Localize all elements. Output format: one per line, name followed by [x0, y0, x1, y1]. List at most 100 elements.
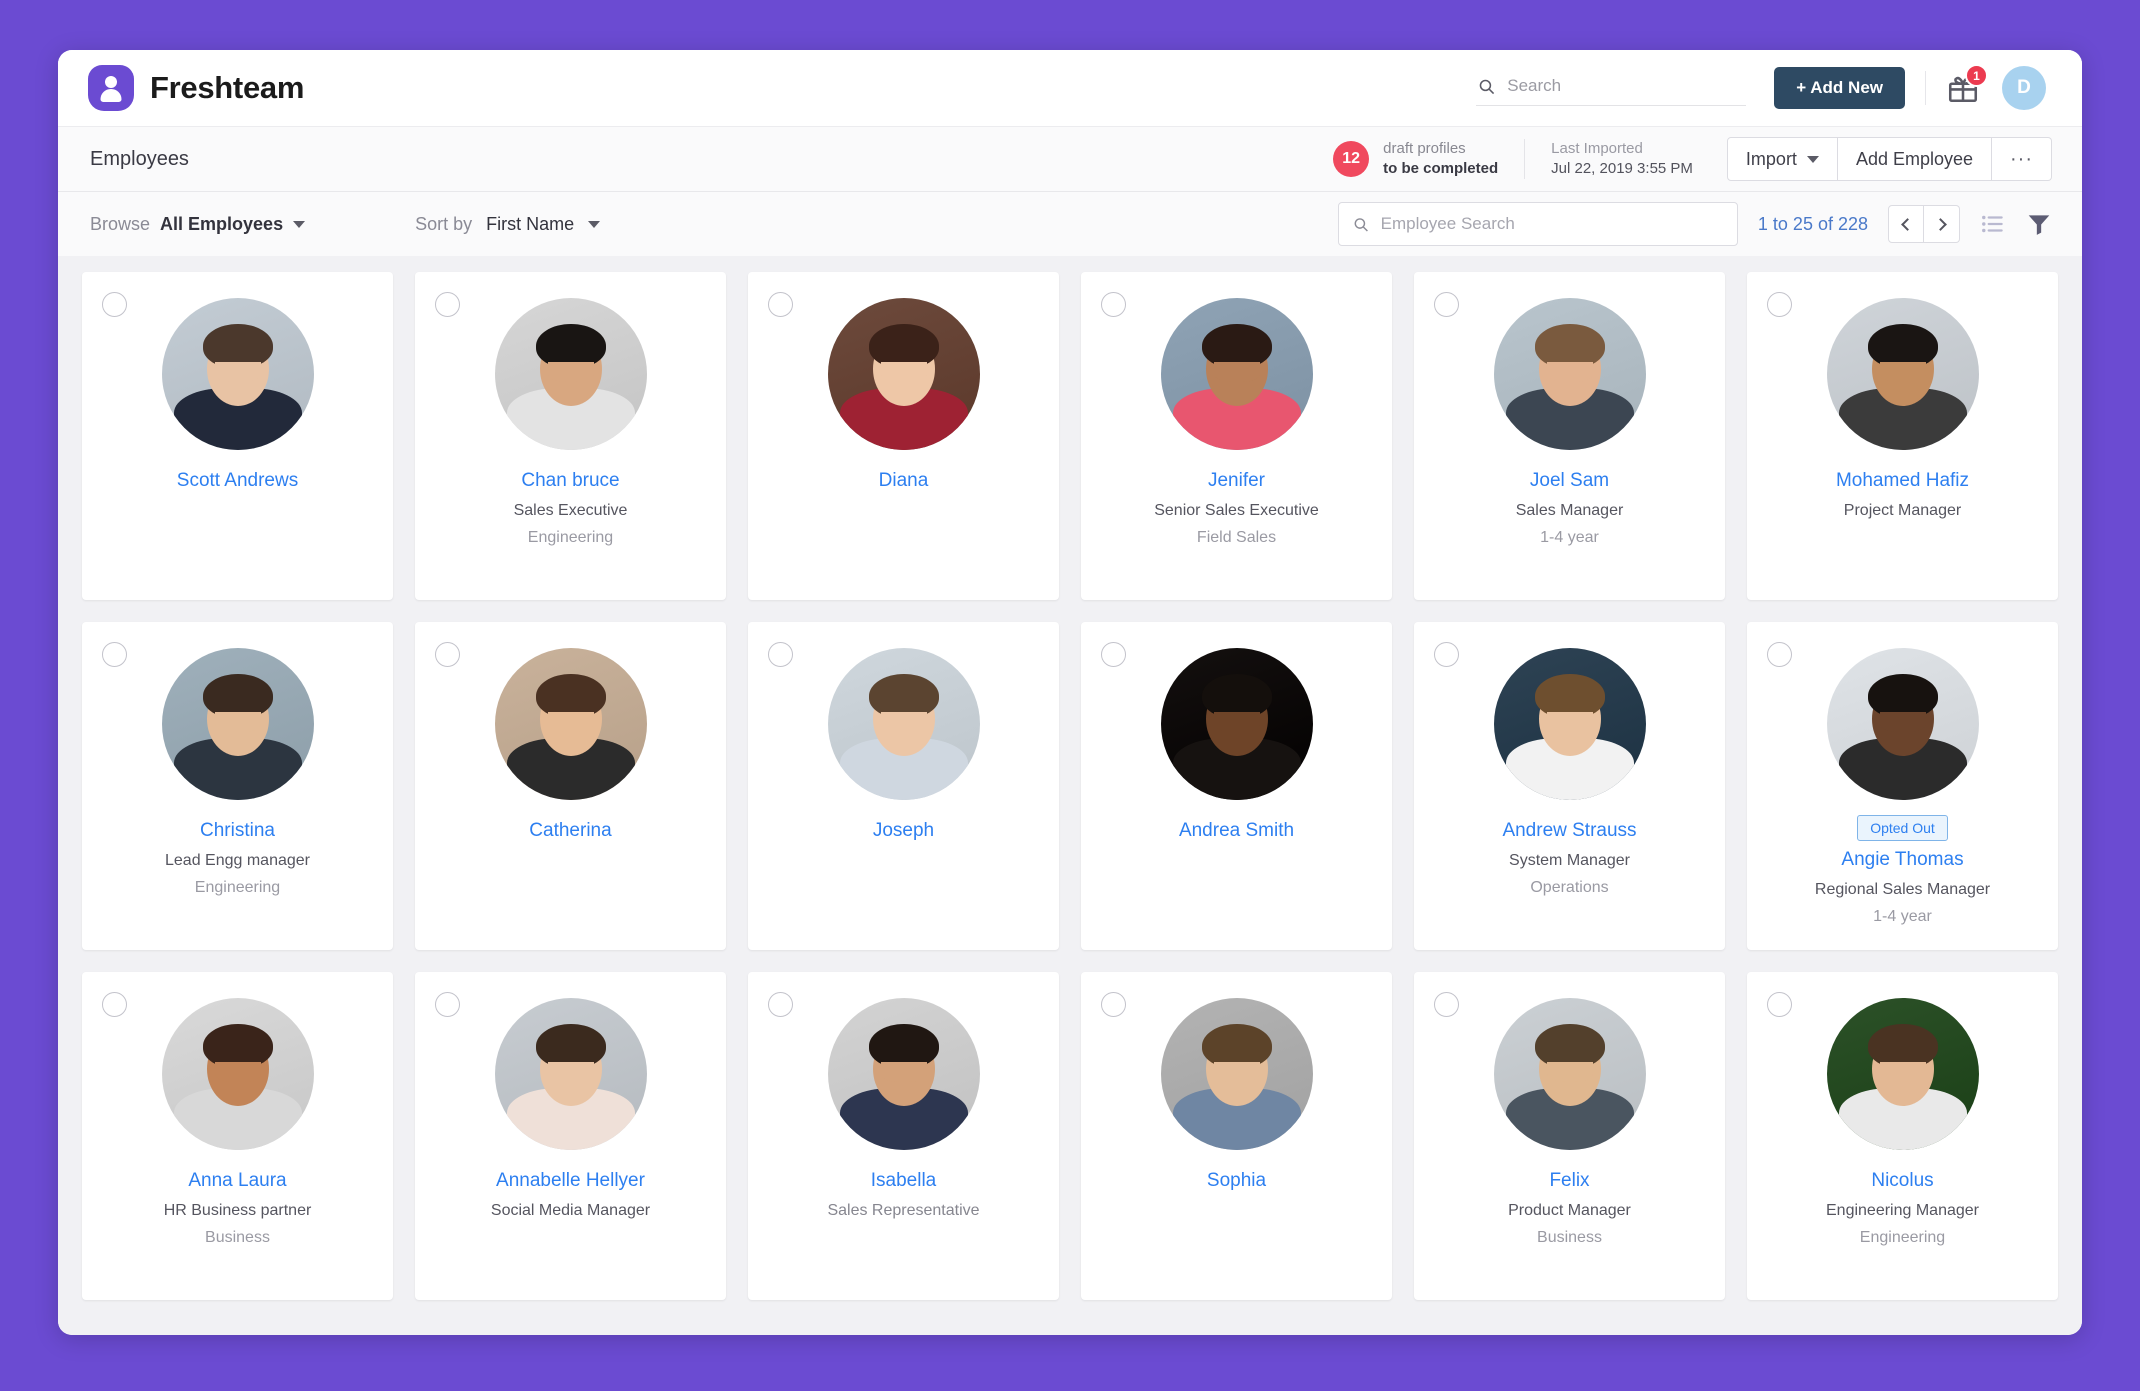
avatar-photo — [1826, 298, 1979, 450]
chevron-down-icon — [588, 220, 601, 228]
employee-avatar[interactable] — [1826, 648, 1979, 800]
employee-card[interactable]: Christina Lead Engg manager Engineering — [82, 622, 393, 950]
employee-name[interactable]: Diana — [748, 470, 1059, 492]
employee-name[interactable]: Joel Sam — [1414, 470, 1725, 492]
employee-avatar[interactable] — [827, 998, 980, 1150]
more-options-button[interactable]: ··· — [1992, 137, 2052, 181]
employee-avatar[interactable] — [494, 648, 647, 800]
employee-avatar[interactable] — [161, 998, 314, 1150]
import-button[interactable]: Import — [1726, 137, 1838, 181]
employee-name[interactable]: Annabelle Hellyer — [415, 1170, 726, 1192]
employee-avatar[interactable] — [1493, 648, 1646, 800]
employee-avatar[interactable] — [1826, 298, 1979, 450]
select-employee-checkbox[interactable] — [435, 642, 460, 667]
select-employee-checkbox[interactable] — [1101, 642, 1126, 667]
employee-name[interactable]: Mohamed Hafiz — [1747, 470, 2058, 492]
select-employee-checkbox[interactable] — [1434, 992, 1459, 1017]
employee-name[interactable]: Angie Thomas — [1747, 849, 2058, 871]
employee-avatar[interactable] — [1493, 998, 1646, 1150]
prev-page-button[interactable] — [1888, 205, 1924, 243]
employee-card[interactable]: Chan bruce Sales Executive Engineering — [415, 272, 726, 600]
employee-card[interactable]: Scott Andrews — [82, 272, 393, 600]
employee-card[interactable]: Andrea Smith — [1081, 622, 1392, 950]
select-employee-checkbox[interactable] — [1434, 292, 1459, 317]
employee-card[interactable]: Joseph — [748, 622, 1059, 950]
filter-button[interactable] — [2026, 211, 2052, 237]
select-employee-checkbox[interactable] — [102, 642, 127, 667]
employee-card[interactable]: Mohamed Hafiz Project Manager — [1747, 272, 2058, 600]
employee-title: Engineering Manager — [1826, 1202, 1979, 1219]
employee-search-input[interactable] — [1380, 214, 1723, 234]
employee-title: Sales Executive — [513, 502, 628, 519]
employee-avatar[interactable] — [161, 648, 314, 800]
gift-icon[interactable]: 1 — [1946, 64, 1988, 105]
employee-card[interactable]: Annabelle Hellyer Social Media Manager — [415, 972, 726, 1300]
employee-avatar[interactable] — [1160, 298, 1313, 450]
sub-header-actions: Import Add Employee ··· — [1726, 137, 2052, 181]
employee-avatar[interactable] — [1160, 648, 1313, 800]
select-employee-checkbox[interactable] — [1101, 992, 1126, 1017]
sort-by-filter[interactable]: Sort by First Name — [415, 214, 601, 235]
select-employee-checkbox[interactable] — [1767, 642, 1792, 667]
employee-card[interactable]: Joel Sam Sales Manager 1-4 year — [1414, 272, 1725, 600]
select-employee-checkbox[interactable] — [768, 642, 793, 667]
employee-name[interactable]: Jenifer — [1081, 470, 1392, 492]
employee-name[interactable]: Christina — [82, 820, 393, 842]
global-search[interactable] — [1476, 70, 1747, 106]
brand[interactable]: Freshteam — [88, 65, 304, 111]
employee-name[interactable]: Nicolus — [1747, 1170, 2058, 1192]
employee-avatar[interactable] — [827, 298, 980, 450]
select-employee-checkbox[interactable] — [1434, 642, 1459, 667]
employee-avatar[interactable] — [161, 298, 314, 450]
employee-card[interactable]: Catherina — [415, 622, 726, 950]
select-employee-checkbox[interactable] — [1101, 292, 1126, 317]
select-employee-checkbox[interactable] — [1767, 292, 1792, 317]
select-employee-checkbox[interactable] — [435, 292, 460, 317]
select-employee-checkbox[interactable] — [435, 992, 460, 1017]
user-avatar[interactable]: D — [2002, 66, 2046, 110]
browse-filter[interactable]: Browse All Employees — [90, 214, 306, 235]
employee-avatar[interactable] — [1160, 998, 1313, 1150]
select-employee-checkbox[interactable] — [768, 992, 793, 1017]
add-employee-button[interactable]: Add Employee — [1837, 137, 1993, 181]
list-view-button[interactable] — [1980, 211, 2006, 237]
employee-card[interactable]: Diana — [748, 272, 1059, 600]
select-employee-checkbox[interactable] — [102, 992, 127, 1017]
employee-card[interactable]: Nicolus Engineering Manager Engineering — [1747, 972, 2058, 1300]
employee-name[interactable]: Catherina — [415, 820, 726, 842]
avatar-photo — [494, 648, 647, 800]
employee-card[interactable]: Jenifer Senior Sales Executive Field Sal… — [1081, 272, 1392, 600]
employee-name[interactable]: Andrew Strauss — [1414, 820, 1725, 842]
employee-avatar[interactable] — [827, 648, 980, 800]
employee-avatar[interactable] — [494, 298, 647, 450]
employee-card[interactable]: Opted Out Angie Thomas Regional Sales Ma… — [1747, 622, 2058, 950]
employee-avatar[interactable] — [494, 998, 647, 1150]
employee-card[interactable]: Isabella Sales Representative — [748, 972, 1059, 1300]
employee-name[interactable]: Isabella — [748, 1170, 1059, 1192]
employee-card[interactable]: Andrew Strauss System Manager Operations — [1414, 622, 1725, 950]
next-page-button[interactable] — [1924, 205, 1960, 243]
employee-avatar[interactable] — [1826, 998, 1979, 1150]
select-employee-checkbox[interactable] — [102, 292, 127, 317]
employee-card[interactable]: Sophia — [1081, 972, 1392, 1300]
add-new-button[interactable]: + Add New — [1774, 67, 1905, 109]
employee-name[interactable]: Felix — [1414, 1170, 1725, 1192]
avatar-photo — [1160, 998, 1313, 1150]
employee-card[interactable]: Felix Product Manager Business — [1414, 972, 1725, 1300]
employee-title: HR Business partner — [163, 1202, 312, 1219]
employee-card[interactable]: Anna Laura HR Business partner Business — [82, 972, 393, 1300]
employee-name[interactable]: Sophia — [1081, 1170, 1392, 1192]
select-employee-checkbox[interactable] — [1767, 992, 1792, 1017]
employee-title: Senior Sales Executive — [1154, 502, 1319, 519]
draft-profiles-status[interactable]: 12 draft profiles to be completed — [1333, 139, 1524, 180]
employee-name[interactable]: Joseph — [748, 820, 1059, 842]
employee-department: Field Sales — [1196, 529, 1277, 546]
employee-name[interactable]: Anna Laura — [82, 1170, 393, 1192]
search-input[interactable] — [1507, 76, 1745, 96]
employee-search[interactable] — [1337, 202, 1738, 246]
employee-avatar[interactable] — [1493, 298, 1646, 450]
employee-name[interactable]: Chan bruce — [415, 470, 726, 492]
employee-name[interactable]: Scott Andrews — [82, 470, 393, 492]
select-employee-checkbox[interactable] — [768, 292, 793, 317]
employee-name[interactable]: Andrea Smith — [1081, 820, 1392, 842]
